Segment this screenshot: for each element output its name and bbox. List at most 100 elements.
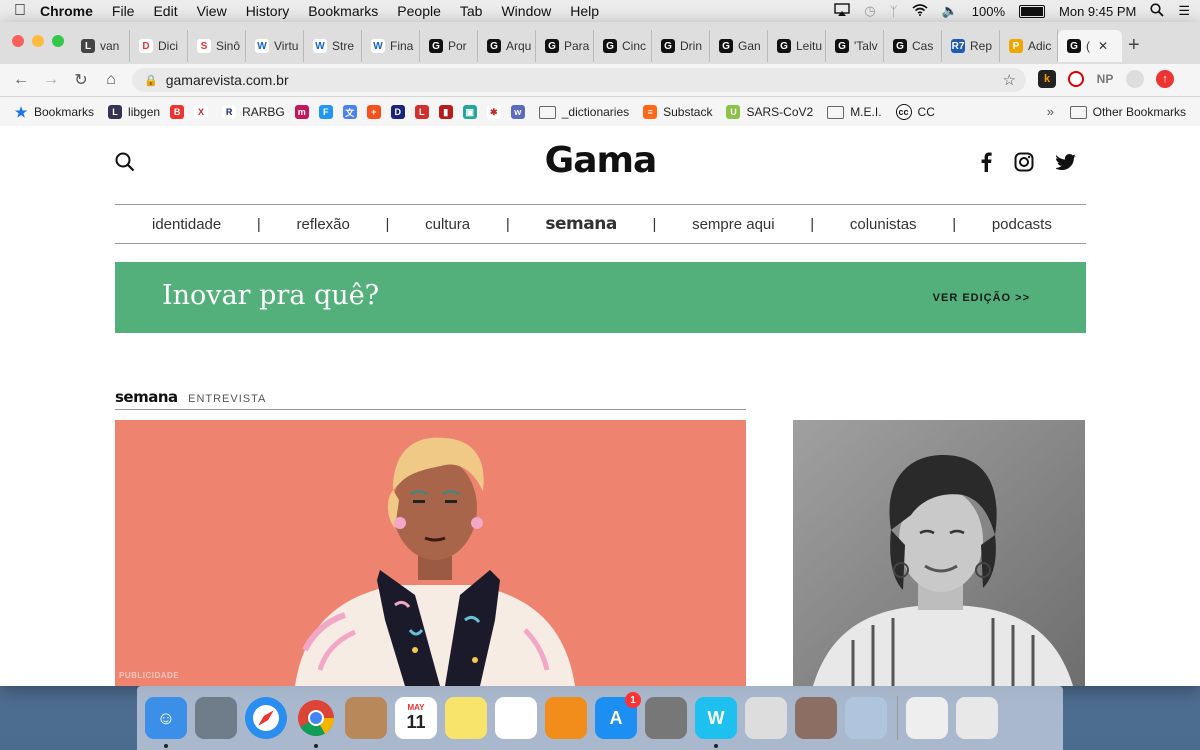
- bookmark-item[interactable]: ▣: [462, 105, 477, 119]
- menu-help[interactable]: Help: [570, 3, 599, 19]
- tab[interactable]: G Por: [420, 30, 478, 62]
- tab[interactable]: W Fina: [362, 30, 420, 62]
- bookmark-item[interactable]: ≡ Substack: [643, 105, 712, 119]
- tab-active[interactable]: G (✕: [1058, 30, 1122, 62]
- nav-colunistas[interactable]: colunistas: [850, 216, 917, 233]
- facebook-icon[interactable]: [980, 152, 992, 177]
- article-illustration[interactable]: PUBLICIDADE: [115, 420, 746, 686]
- edition-banner[interactable]: Inovar pra quê? VER EDIÇÃO >>: [115, 262, 1086, 333]
- tab[interactable]: G Cas: [884, 30, 942, 62]
- tab[interactable]: D Dici: [130, 30, 188, 62]
- tab[interactable]: P Adic: [1000, 30, 1058, 62]
- menu-file[interactable]: File: [112, 3, 135, 19]
- back-arrow-icon[interactable]: ←: [6, 71, 36, 89]
- bluetooth-icon[interactable]: ᛉ: [890, 4, 898, 19]
- forward-arrow-icon[interactable]: →: [36, 71, 66, 89]
- instagram-icon[interactable]: [1014, 152, 1034, 177]
- other-bookmarks[interactable]: Other Bookmarks: [1069, 105, 1186, 119]
- menu-app-name[interactable]: Chrome: [40, 3, 93, 19]
- nav-podcasts[interactable]: podcasts: [992, 216, 1052, 233]
- apple-icon[interactable]: : [0, 2, 40, 20]
- bookmark-item[interactable]: M.E.I.: [827, 105, 882, 119]
- section-brand[interactable]: semana: [115, 388, 178, 406]
- tab[interactable]: R7 Rep: [942, 30, 1000, 62]
- bookmark-item[interactable]: D: [390, 105, 405, 119]
- close-window-button[interactable]: [12, 35, 24, 47]
- clock[interactable]: Mon 9:45 PM: [1059, 4, 1136, 19]
- address-bar[interactable]: 🔒 gamarevista.com.br ☆: [132, 68, 1026, 92]
- menu-edit[interactable]: Edit: [153, 3, 177, 19]
- bookmark-item[interactable]: cc CC: [895, 104, 935, 120]
- more-bookmarks-chevron[interactable]: »: [1047, 104, 1054, 119]
- library-icon[interactable]: [795, 697, 837, 739]
- bookmark-item[interactable]: w: [510, 105, 525, 119]
- menu-people[interactable]: People: [397, 3, 441, 19]
- nav-semana[interactable]: semana: [545, 214, 617, 234]
- finder-icon[interactable]: ☺: [145, 697, 187, 748]
- books-icon[interactable]: [545, 697, 587, 739]
- bookmark-item[interactable]: _dictionaries: [538, 105, 629, 119]
- menu-history[interactable]: History: [246, 3, 290, 19]
- interviewee-photo[interactable]: [793, 420, 1085, 686]
- url-text[interactable]: gamarevista.com.br: [166, 72, 289, 88]
- tab[interactable]: G Arqu: [478, 30, 536, 62]
- tab[interactable]: Lvan: [72, 30, 130, 62]
- bookmark-item[interactable]: m: [294, 105, 309, 119]
- bookmark-item[interactable]: 文: [342, 105, 357, 119]
- tab[interactable]: W Stre: [304, 30, 362, 62]
- menu-window[interactable]: Window: [501, 3, 551, 19]
- downloads-stack-icon[interactable]: [906, 697, 948, 739]
- launchpad-icon[interactable]: [195, 697, 237, 739]
- system-preferences-icon[interactable]: [645, 697, 687, 739]
- home-icon[interactable]: ⌂: [96, 71, 126, 89]
- alfred-icon[interactable]: [745, 697, 787, 739]
- chrome-icon[interactable]: [295, 697, 337, 748]
- airplay-icon[interactable]: [834, 2, 851, 20]
- bookmark-star-icon[interactable]: ☆: [1003, 71, 1016, 89]
- wifi-icon[interactable]: [912, 3, 928, 19]
- reload-icon[interactable]: ↻: [66, 70, 96, 90]
- lock-icon[interactable]: 🔒: [144, 74, 158, 87]
- extension-opera-icon[interactable]: [1068, 71, 1084, 87]
- section-label[interactable]: ENTREVISTA: [188, 393, 266, 405]
- ver-edicao-link[interactable]: VER EDIÇÃO >>: [933, 292, 1030, 304]
- extension-np-icon[interactable]: NP: [1096, 70, 1114, 88]
- time-machine-icon[interactable]: ◷: [864, 3, 875, 19]
- nav-cultura[interactable]: cultura: [425, 216, 470, 233]
- site-logo[interactable]: Gama: [115, 140, 1086, 181]
- tab[interactable]: G 'Talv: [826, 30, 884, 62]
- spotlight-icon[interactable]: [1150, 2, 1164, 20]
- volume-icon[interactable]: 🔈: [942, 3, 958, 19]
- tab[interactable]: G Leitu: [768, 30, 826, 62]
- bookmark-item[interactable]: B: [170, 105, 185, 119]
- nav-identidade[interactable]: identidade: [152, 216, 221, 233]
- battery-icon[interactable]: [1019, 4, 1046, 18]
- bookmark-item[interactable]: L: [414, 105, 429, 119]
- bookmark-item[interactable]: F: [318, 105, 333, 119]
- tab[interactable]: G Gan: [710, 30, 768, 62]
- safari-icon[interactable]: [245, 697, 287, 739]
- bookmark-item[interactable]: U SARS-CoV2: [726, 105, 813, 119]
- bookmark-item[interactable]: R RARBG: [222, 105, 285, 119]
- bookmark-item[interactable]: ✱: [486, 105, 501, 119]
- tab[interactable]: G Cinc: [594, 30, 652, 62]
- app-store-icon[interactable]: A1: [595, 692, 641, 739]
- profile-avatar-icon[interactable]: [1126, 70, 1144, 88]
- zoom-window-button[interactable]: [52, 35, 64, 47]
- word-w-icon[interactable]: W: [695, 697, 737, 748]
- nav-reflexao[interactable]: reflexão: [296, 216, 349, 233]
- minimize-window-button[interactable]: [32, 35, 44, 47]
- tab[interactable]: G Para: [536, 30, 594, 62]
- menu-bookmarks[interactable]: Bookmarks: [308, 3, 378, 19]
- calendar-icon[interactable]: MAY 11: [395, 697, 437, 739]
- bookmark-item[interactable]: +: [366, 105, 381, 119]
- twitter-icon[interactable]: [1055, 153, 1076, 176]
- contacts-icon[interactable]: [345, 697, 387, 739]
- bookmark-item[interactable]: X: [194, 105, 209, 119]
- nav-sempre-aqui[interactable]: sempre aqui: [692, 216, 775, 233]
- tab[interactable]: W Virtu: [246, 30, 304, 62]
- extension-k-icon[interactable]: k: [1038, 70, 1056, 88]
- preview-icon[interactable]: [845, 697, 887, 739]
- new-tab-button[interactable]: +: [1128, 34, 1140, 57]
- menu-tab[interactable]: Tab: [460, 3, 483, 19]
